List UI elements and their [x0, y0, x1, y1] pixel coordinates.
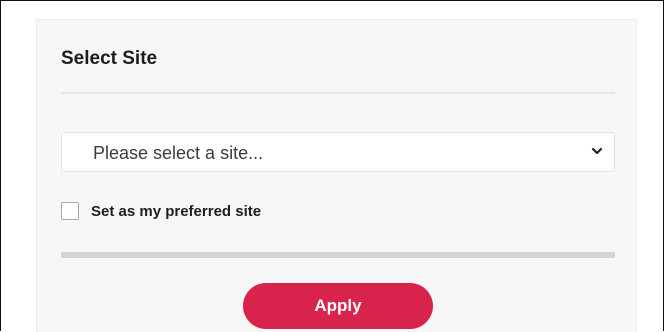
select-site-panel: Select Site Please select a site... Set …	[36, 19, 637, 332]
title-divider	[61, 92, 615, 94]
chevron-down-icon	[591, 147, 603, 155]
panel-title: Select Site	[61, 48, 158, 69]
site-select[interactable]: Please select a site...	[61, 132, 615, 172]
separator-bar	[61, 252, 615, 258]
site-select-value: Please select a site...	[93, 143, 264, 163]
preferred-site-row: Set as my preferred site	[61, 200, 261, 222]
apply-button[interactable]: Apply	[243, 283, 433, 329]
preferred-site-checkbox[interactable]	[61, 202, 79, 220]
screenshot-frame: Select Site Please select a site... Set …	[0, 0, 664, 332]
preferred-site-label[interactable]: Set as my preferred site	[91, 203, 261, 220]
